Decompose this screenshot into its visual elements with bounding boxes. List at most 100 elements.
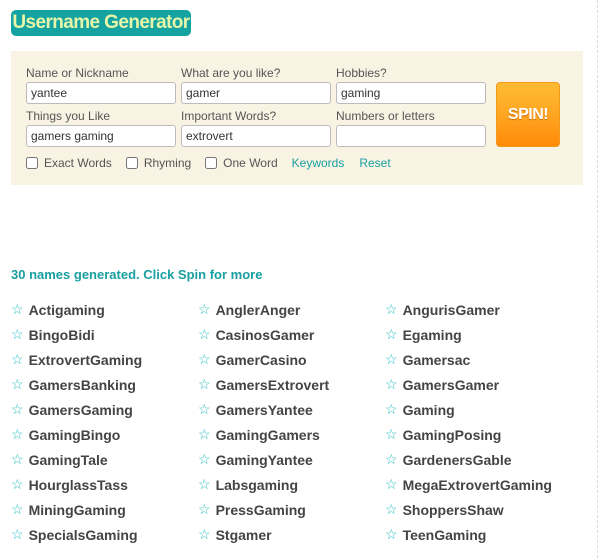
name-item[interactable]: ☆ CasinosGamer bbox=[198, 322, 385, 347]
name-item[interactable]: ☆ AngurisGamer bbox=[385, 297, 585, 322]
name-item[interactable]: ☆ GamersExtrovert bbox=[198, 372, 385, 397]
name-item[interactable]: ☆ Gaming bbox=[385, 397, 585, 422]
star-icon[interactable]: ☆ bbox=[198, 476, 211, 493]
name-input[interactable] bbox=[26, 82, 176, 104]
name-item[interactable]: ☆ GamersYantee bbox=[198, 397, 385, 422]
star-icon[interactable]: ☆ bbox=[385, 401, 398, 418]
things-field: Things you Like bbox=[26, 109, 176, 147]
star-icon[interactable]: ☆ bbox=[198, 376, 211, 393]
name-item[interactable]: ☆ HourglassTass bbox=[11, 472, 198, 497]
name-text: Egaming bbox=[402, 326, 462, 343]
field-label: What are you like? bbox=[181, 66, 281, 80]
options-row: Exact Words Rhyming One Word Keywords Re… bbox=[26, 156, 406, 170]
name-item[interactable]: ☆ SpecialsGaming bbox=[11, 522, 198, 547]
hobbies-input[interactable] bbox=[336, 82, 486, 104]
star-icon[interactable]: ☆ bbox=[198, 501, 211, 518]
name-text: HourglassTass bbox=[28, 476, 128, 493]
star-icon[interactable]: ☆ bbox=[385, 351, 398, 368]
star-icon[interactable]: ☆ bbox=[385, 501, 398, 518]
star-icon[interactable]: ☆ bbox=[385, 426, 398, 443]
one-word-checkbox[interactable] bbox=[205, 157, 218, 169]
things-input[interactable] bbox=[26, 125, 176, 147]
star-icon[interactable]: ☆ bbox=[11, 426, 24, 443]
one-word-option[interactable]: One Word bbox=[205, 156, 278, 170]
numbers-field: Numbers or letters bbox=[336, 109, 486, 147]
name-item[interactable]: ☆ GardenersGable bbox=[385, 447, 585, 472]
name-item[interactable]: ☆ MiningGaming bbox=[11, 497, 198, 522]
star-icon[interactable]: ☆ bbox=[385, 476, 398, 493]
name-item[interactable]: ☆ PressGaming bbox=[198, 497, 385, 522]
name-text: GamingTale bbox=[28, 451, 108, 468]
page-divider bbox=[597, 0, 598, 558]
name-item[interactable]: ☆ GamingTale bbox=[11, 447, 198, 472]
name-item[interactable]: ☆ Labsgaming bbox=[198, 472, 385, 497]
like-input[interactable] bbox=[181, 82, 331, 104]
name-text: GamersGamer bbox=[402, 376, 500, 393]
name-text: GardenersGable bbox=[402, 451, 512, 468]
name-text: GamingGamers bbox=[215, 426, 320, 443]
option-label: Exact Words bbox=[44, 156, 112, 170]
star-icon[interactable]: ☆ bbox=[198, 301, 211, 318]
name-text: GamingYantee bbox=[215, 451, 313, 468]
star-icon[interactable]: ☆ bbox=[198, 351, 211, 368]
name-item[interactable]: ☆ GamingBingo bbox=[11, 422, 198, 447]
numbers-input[interactable] bbox=[336, 125, 486, 147]
name-item[interactable]: ☆ GamersGaming bbox=[11, 397, 198, 422]
star-icon[interactable]: ☆ bbox=[385, 526, 398, 543]
name-item[interactable]: ☆ MegaExtrovertGaming bbox=[385, 472, 585, 497]
star-icon[interactable]: ☆ bbox=[198, 526, 211, 543]
star-icon[interactable]: ☆ bbox=[385, 451, 398, 468]
name-item[interactable]: ☆ ShoppersShaw bbox=[385, 497, 585, 522]
star-icon[interactable]: ☆ bbox=[11, 401, 24, 418]
star-icon[interactable]: ☆ bbox=[11, 451, 24, 468]
name-text: CasinosGamer bbox=[215, 326, 315, 343]
star-icon[interactable]: ☆ bbox=[11, 526, 24, 543]
like-field: What are you like? bbox=[181, 66, 331, 104]
name-item[interactable]: ☆ Stgamer bbox=[198, 522, 385, 547]
exact-words-checkbox[interactable] bbox=[26, 157, 38, 169]
name-text: ExtrovertGaming bbox=[28, 351, 143, 368]
exact-words-option[interactable]: Exact Words bbox=[26, 156, 112, 170]
important-words-input[interactable] bbox=[181, 125, 331, 147]
name-item[interactable]: ☆ BingoBidi bbox=[11, 322, 198, 347]
rhyming-checkbox[interactable] bbox=[125, 157, 138, 169]
name-item[interactable]: ☆ AnglerAnger bbox=[198, 297, 385, 322]
name-text: Actigaming bbox=[28, 301, 105, 318]
star-icon[interactable]: ☆ bbox=[198, 326, 211, 343]
name-item[interactable]: ☆ Actigaming bbox=[11, 297, 198, 322]
rhyming-option[interactable]: Rhyming bbox=[125, 156, 191, 170]
hobbies-field: Hobbies? bbox=[336, 66, 486, 104]
star-icon[interactable]: ☆ bbox=[11, 326, 24, 343]
status-message: 30 names generated. Click Spin for more bbox=[11, 267, 263, 282]
star-icon[interactable]: ☆ bbox=[198, 451, 211, 468]
name-item[interactable]: ☆ GamingYantee bbox=[198, 447, 385, 472]
star-icon[interactable]: ☆ bbox=[11, 476, 24, 493]
star-icon[interactable]: ☆ bbox=[198, 426, 211, 443]
keywords-link[interactable]: Keywords bbox=[292, 156, 345, 170]
field-label: Hobbies? bbox=[336, 66, 387, 80]
name-text: GamersGaming bbox=[28, 401, 133, 418]
spin-button[interactable]: SPIN! bbox=[496, 82, 560, 147]
name-item[interactable]: ☆ GamerCasino bbox=[198, 347, 385, 372]
star-icon[interactable]: ☆ bbox=[11, 501, 24, 518]
field-label: Numbers or letters bbox=[336, 109, 435, 123]
star-icon[interactable]: ☆ bbox=[385, 376, 398, 393]
name-item[interactable]: ☆ Egaming bbox=[385, 322, 585, 347]
star-icon[interactable]: ☆ bbox=[385, 301, 398, 318]
name-item[interactable]: ☆ GamersGamer bbox=[385, 372, 585, 397]
name-item[interactable]: ☆ TeenGaming bbox=[385, 522, 585, 547]
name-item[interactable]: ☆ GamersBanking bbox=[11, 372, 198, 397]
star-icon[interactable]: ☆ bbox=[11, 376, 24, 393]
star-icon[interactable]: ☆ bbox=[385, 326, 398, 343]
name-item[interactable]: ☆ GamingPosing bbox=[385, 422, 585, 447]
name-item[interactable]: ☆ Gamersac bbox=[385, 347, 585, 372]
star-icon[interactable]: ☆ bbox=[11, 351, 24, 368]
star-icon[interactable]: ☆ bbox=[11, 301, 24, 318]
name-text: MiningGaming bbox=[28, 501, 126, 518]
name-text: GamerCasino bbox=[215, 351, 307, 368]
name-item[interactable]: ☆ ExtrovertGaming bbox=[11, 347, 198, 372]
star-icon[interactable]: ☆ bbox=[198, 401, 211, 418]
name-text: Labsgaming bbox=[215, 476, 299, 493]
name-item[interactable]: ☆ GamingGamers bbox=[198, 422, 385, 447]
reset-link[interactable]: Reset bbox=[359, 156, 390, 170]
